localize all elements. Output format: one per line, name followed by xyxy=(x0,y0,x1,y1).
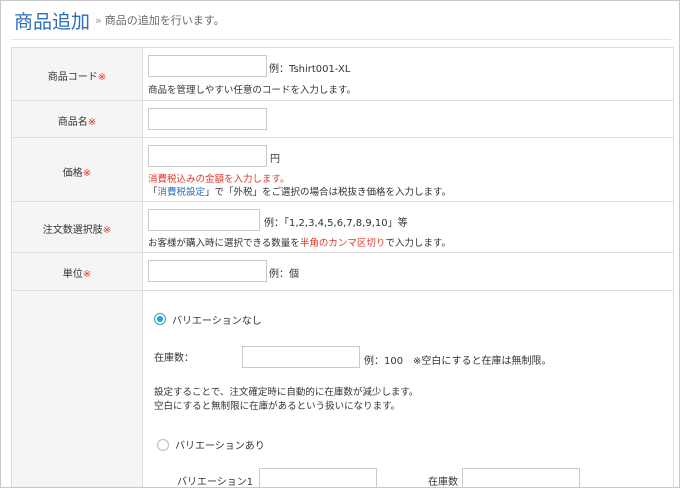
required-mark: ※ xyxy=(102,225,112,236)
quantity-options-help: お客様が購入時に選択できる数量を半角のカンマ区切りで入力します。 xyxy=(148,238,451,249)
price-unit: 円 xyxy=(270,154,280,165)
variation-stock-input[interactable] xyxy=(462,468,580,487)
required-mark: ※ xyxy=(97,72,107,83)
quantity-options-input[interactable] xyxy=(148,209,260,231)
subtitle-text: 商品の追加を行います。 xyxy=(104,14,225,27)
row-product-code: 商品コード※ 例：Tshirt001-XL 商品を管理しやすい任意のコードを入力… xyxy=(11,48,674,101)
value-cell: 例：Tshirt001-XL 商品を管理しやすい任意のコードを入力します。 xyxy=(143,48,673,100)
variation1-label: バリエーション1 xyxy=(177,477,254,488)
product-code-help: 商品を管理しやすい任意のコードを入力します。 xyxy=(148,85,356,96)
product-name-input[interactable] xyxy=(148,108,267,130)
variation-with-radio[interactable] xyxy=(157,439,169,451)
label-cell: 単位※ xyxy=(12,253,143,290)
required-mark: ※ xyxy=(82,269,92,280)
stock-help-line1: 設定することで、注文確定時に自動的に在庫数が減少します。 xyxy=(154,387,419,398)
product-name-label: 商品名※ xyxy=(57,117,97,128)
variation-none-radio[interactable] xyxy=(154,313,166,325)
comma-separated-highlight: 半角のカンマ区切り xyxy=(299,238,386,249)
header-divider xyxy=(11,39,671,40)
row-unit: 単位※ 例：個 xyxy=(11,253,674,291)
stock-input[interactable] xyxy=(242,346,360,368)
label-cell: 注文数選択肢※ xyxy=(12,202,143,252)
label-cell: 商品コード※ xyxy=(12,48,143,100)
row-variation: バリエーションなし 在庫数： 例：100 ※空白にすると在庫は無制限。 設定する… xyxy=(11,291,674,488)
label-cell: 価格※ xyxy=(12,138,143,201)
row-product-name: 商品名※ xyxy=(11,101,674,138)
price-help: 「消費税設定」で「外税」をご選択の場合は税抜き価格を入力します。 xyxy=(148,187,452,198)
variation1-input[interactable] xyxy=(259,468,377,487)
page-title: 商品追加 xyxy=(14,11,91,33)
value-cell: 円 消費税込みの金額を入力します。 「消費税設定」で「外税」をご選択の場合は税抜… xyxy=(143,138,673,201)
value-cell: バリエーションなし 在庫数： 例：100 ※空白にすると在庫は無制限。 設定する… xyxy=(143,291,673,488)
required-mark: ※ xyxy=(87,117,97,128)
label-cell xyxy=(12,291,143,487)
row-price: 価格※ 円 消費税込みの金額を入力します。 「消費税設定」で「外税」をご選択の場… xyxy=(11,138,674,202)
product-code-label: 商品コード※ xyxy=(47,72,107,83)
unit-example: 例：個 xyxy=(269,269,299,280)
product-code-example: 例：Tshirt001-XL xyxy=(269,64,351,75)
price-label: 価格※ xyxy=(62,168,92,179)
price-input[interactable] xyxy=(148,145,267,167)
row-quantity-options: 注文数選択肢※ 例：「1,2,3,4,5,6,7,8,9,10」等 お客様が購入… xyxy=(11,202,674,253)
stock-note: ※空白にすると在庫は無制限。 xyxy=(413,356,552,367)
product-code-input[interactable] xyxy=(148,55,267,77)
unit-input[interactable] xyxy=(148,260,267,282)
page-subtitle: » 商品の追加を行います。 xyxy=(95,12,225,28)
value-cell: 例：個 xyxy=(143,253,673,290)
raquo-icon: » xyxy=(95,14,102,27)
value-cell xyxy=(143,101,673,137)
variation-stock-label: 在庫数 xyxy=(428,477,458,488)
stock-example: 例：100 xyxy=(364,356,404,367)
page-header: 商品追加 » 商品の追加を行います。 xyxy=(1,1,679,39)
variation-none-label[interactable]: バリエーションなし xyxy=(172,312,262,327)
required-mark: ※ xyxy=(82,168,92,179)
variation-with-label[interactable]: バリエーションあり xyxy=(175,437,265,452)
stock-label: 在庫数： xyxy=(154,353,194,364)
value-cell: 例：「1,2,3,4,5,6,7,8,9,10」等 お客様が購入時に選択できる数… xyxy=(143,202,673,252)
quantity-options-example: 例：「1,2,3,4,5,6,7,8,9,10」等 xyxy=(264,218,408,229)
label-cell: 商品名※ xyxy=(12,101,143,137)
stock-help-line2: 空白にすると無制限に在庫があるという扱いになります。 xyxy=(154,401,401,412)
page-frame: 商品追加 » 商品の追加を行います。 商品コード※ 例：Tshirt001-XL … xyxy=(0,0,680,488)
tax-settings-link[interactable]: 消費税設定 xyxy=(158,187,206,198)
unit-label: 単位※ xyxy=(62,269,92,280)
price-warning: 消費税込みの金額を入力します。 xyxy=(148,174,290,185)
quantity-options-label: 注文数選択肢※ xyxy=(42,225,112,236)
product-form: 商品コード※ 例：Tshirt001-XL 商品を管理しやすい任意のコードを入力… xyxy=(11,47,674,488)
